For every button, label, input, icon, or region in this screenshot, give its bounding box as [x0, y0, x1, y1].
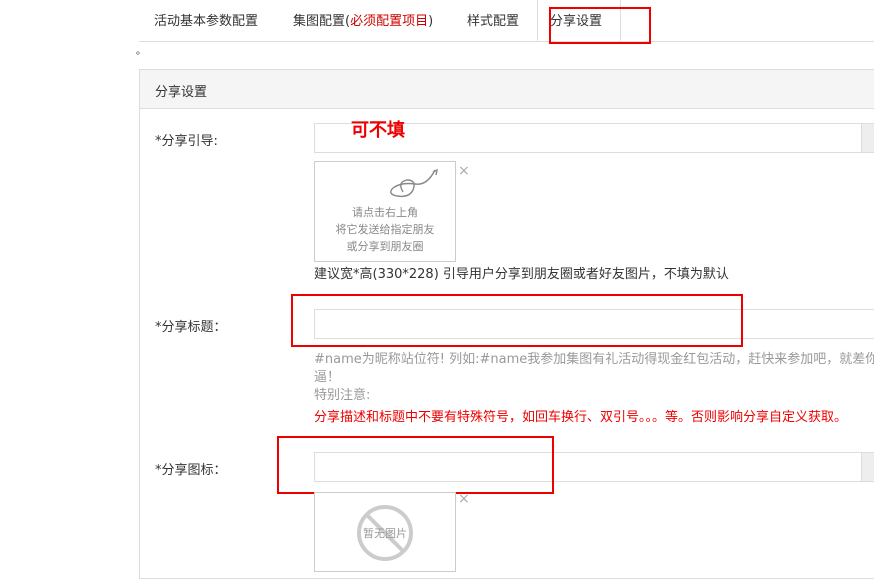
tab-label: 集图配置( — [293, 14, 351, 29]
share-guide-image: 请点击右上角 将它发送给指定朋友 或分享到朋友圈 — [314, 161, 456, 262]
no-image-text: 暂无图片 — [363, 527, 407, 540]
watermark-line: 将它发送给指定朋友 — [335, 223, 435, 236]
help-line: 特别注意: — [314, 388, 371, 403]
tab-label: 样式配置 — [467, 14, 520, 29]
annotation-optional: 可不填 — [351, 120, 405, 141]
tab-required-note: 必须配置项目 — [350, 14, 429, 29]
tab-basic-params[interactable]: 活动基本参数配置 — [154, 0, 258, 40]
panel-title: 分享设置 — [155, 85, 208, 100]
share-icon-label: *分享图标： — [155, 463, 227, 478]
tab-image-config[interactable]: 集图配置(必须配置项目) — [293, 0, 433, 40]
watermark-line: 请点击右上角 — [352, 206, 418, 219]
tab-label: 活动基本参数配置 — [154, 14, 259, 29]
share-title-help: #name为昵称站位符! 列如:#name我参加集图有礼活动得现金红包活动，赶快… — [314, 351, 874, 405]
share-icon-image: 暂无图片 — [314, 492, 456, 572]
highlight-box-title — [291, 294, 743, 347]
panel-header: 分享设置 — [140, 70, 874, 109]
highlight-box-tab — [549, 7, 651, 44]
watermark-line: 或分享到朋友圈 — [346, 240, 424, 253]
share-guide-hint: 建议宽*高(330*228) 引导用户分享到朋友圈或者好友图片，不填为默认 — [314, 267, 729, 282]
highlight-box-icon — [277, 436, 554, 494]
remove-icon-image-icon[interactable]: × — [458, 491, 470, 507]
share-guide-upload-button[interactable] — [861, 123, 874, 153]
help-line: 逼！ — [314, 370, 341, 385]
share-guide-label: *分享引导: — [155, 134, 218, 149]
tab-style-config[interactable]: 样式配置 — [467, 0, 519, 40]
tab-label-suffix: ) — [428, 14, 434, 29]
remove-image-icon[interactable]: × — [458, 163, 470, 179]
stray-mark: 。 — [136, 46, 146, 57]
tab-bar: 活动基本参数配置 集图配置(必须配置项目) 样式配置 分享设置 — [139, 0, 874, 42]
share-icon-upload-button[interactable] — [861, 452, 874, 482]
share-warning: 分享描述和标题中不要有特殊符号，如回车换行、双引号。。。等。否则影响分享自定义获… — [314, 410, 848, 425]
share-title-label: *分享标题： — [155, 320, 227, 335]
help-line: #name为昵称站位符! 列如:#name我参加集图有礼活动得现金红包活动，赶快… — [314, 352, 874, 367]
